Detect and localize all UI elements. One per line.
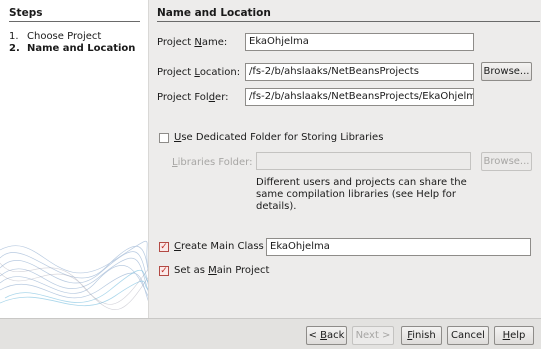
dedicated-folder-label[interactable]: Use Dedicated Folder for Storing Librari… [174, 132, 383, 144]
button-bar: < Back Next > Finish Cancel Help [0, 318, 541, 349]
libraries-folder-browse-button[interactable]: Browse... [481, 152, 532, 171]
project-location-input[interactable]: /fs-2/b/ahslaaks/NetBeansProjects [245, 63, 474, 81]
project-location-browse-button[interactable]: Browse... [481, 62, 532, 81]
create-main-class-label[interactable]: Create Main Class [174, 241, 264, 253]
project-folder-label: Project Folder: [157, 92, 229, 103]
back-button[interactable]: < Back [306, 326, 347, 345]
project-folder-input[interactable]: /fs-2/b/ahslaaks/NetBeansProjects/EkaOhj… [245, 88, 474, 106]
create-main-class-checkbox[interactable]: ✓ [159, 242, 169, 252]
project-location-label: Project Location: [157, 67, 241, 78]
finish-button[interactable]: Finish [401, 326, 442, 345]
steps-list: 1. Choose Project 2. Name and Location [9, 31, 135, 55]
project-name-input[interactable]: EkaOhjelma [245, 33, 474, 51]
dedicated-folder-checkbox[interactable] [159, 133, 169, 143]
next-button[interactable]: Next > [352, 326, 394, 345]
decorative-wave-graphic [0, 240, 148, 310]
content-panel: Name and Location Project Name: EkaOhjel… [149, 0, 541, 318]
set-main-project-label[interactable]: Set as Main Project [174, 265, 269, 277]
set-main-project-checkbox[interactable]: ✓ [159, 266, 169, 276]
cancel-button[interactable]: Cancel [447, 326, 489, 345]
steps-title: Steps [9, 7, 140, 22]
section-title: Name and Location [157, 7, 540, 22]
help-button[interactable]: Help [494, 326, 534, 345]
libraries-info-text: Different users and projects can share t… [256, 177, 467, 212]
project-name-label: Project Name: [157, 37, 228, 48]
step-name-and-location: 2. Name and Location [9, 43, 136, 54]
libraries-folder-input[interactable] [256, 152, 471, 170]
step-choose-project: 1. Choose Project [9, 31, 102, 42]
main-class-input[interactable]: EkaOhjelma [266, 238, 531, 256]
libraries-folder-label: Libraries Folder: [172, 157, 253, 168]
steps-panel: Steps 1. Choose Project 2. Name and Locati… [0, 0, 149, 318]
